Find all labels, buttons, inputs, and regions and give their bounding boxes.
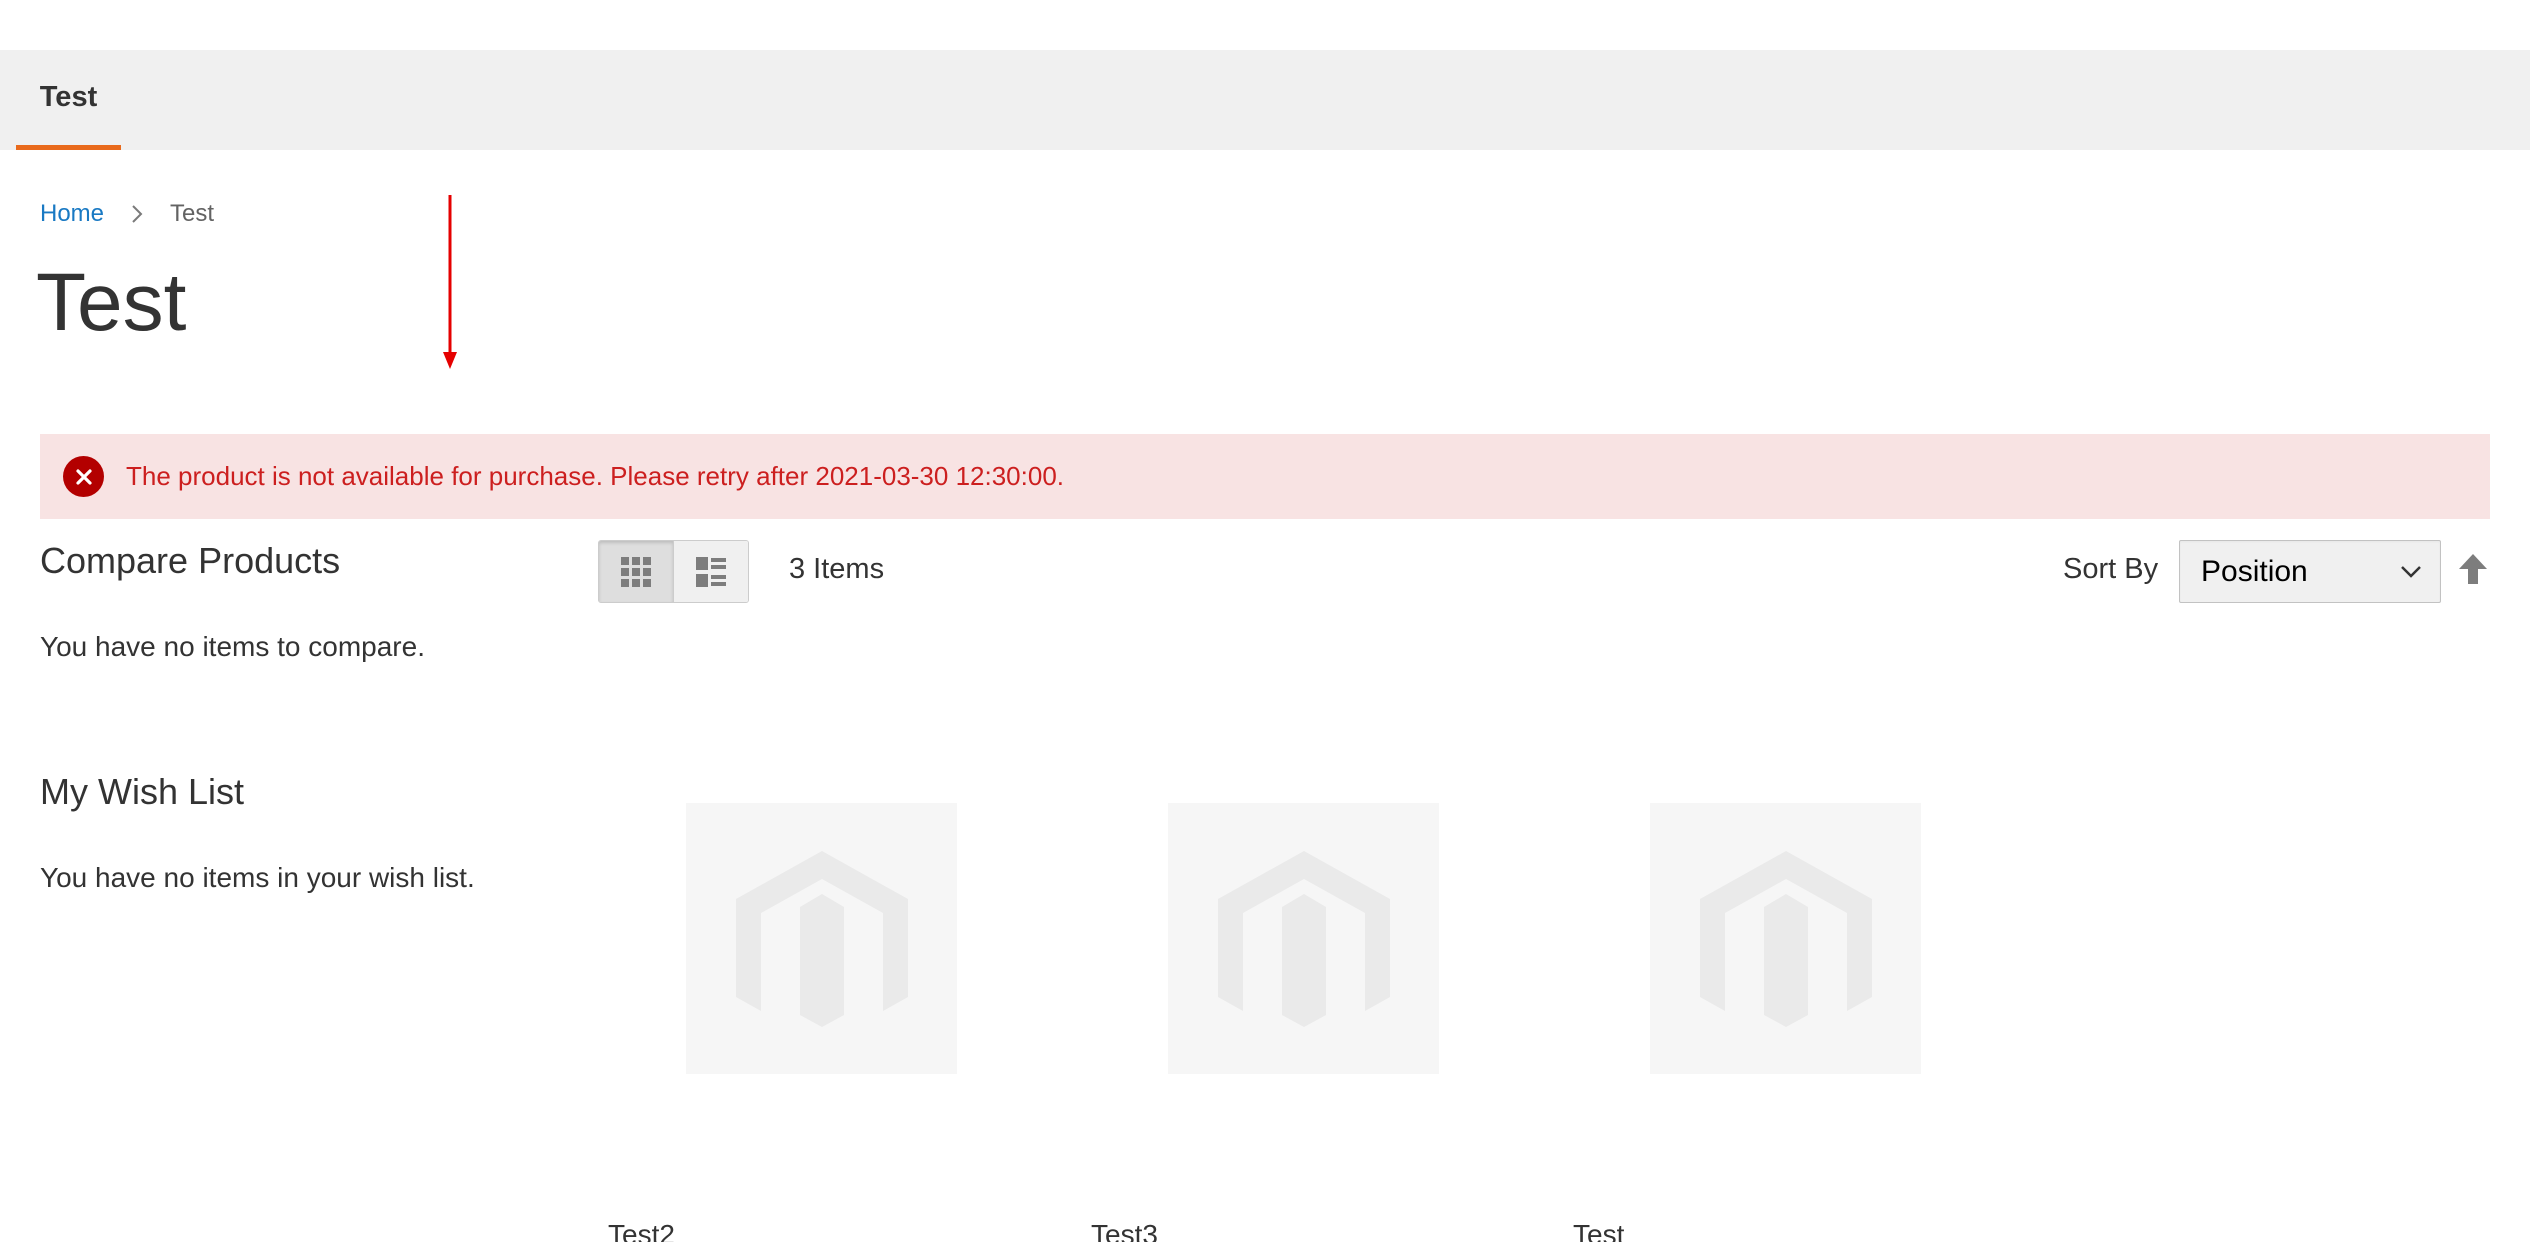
grid-view-button[interactable] [599,541,674,602]
error-icon [63,456,104,497]
placeholder-logo-icon [735,850,908,1027]
wishlist-title: My Wish List [40,771,245,812]
product-image[interactable] [686,803,957,1074]
compare-empty-text: You have no items to compare. [40,631,425,662]
product-name-link[interactable]: Test [1573,1219,1624,1242]
sort-by-selected-value: Position [2201,554,2308,588]
grid-icon [620,556,651,587]
chevron-down-icon [2401,566,2421,578]
list-icon [695,556,726,587]
sort-by-label: Sort By [2063,553,2159,585]
error-message-text: The product is not available for purchas… [126,461,1065,491]
product-name-link[interactable]: Test3 [1091,1219,1158,1242]
error-message: The product is not available for purchas… [40,434,2490,519]
nav-item-test[interactable]: Test [16,50,121,150]
product-image[interactable] [1650,803,1921,1074]
placeholder-logo-icon [1217,850,1390,1027]
view-mode-switcher [598,540,749,603]
chevron-right-icon [131,204,143,224]
placeholder-logo-icon [1699,850,1872,1027]
breadcrumb-current: Test [170,200,215,227]
list-view-button[interactable] [673,541,748,602]
wishlist-empty-text: You have no items in your wish list. [40,862,475,893]
product-image[interactable] [1168,803,1439,1074]
toolbar-amount: 3 Items [789,553,885,585]
top-navigation: Test [0,50,2530,150]
annotation-arrow-icon [443,195,457,369]
breadcrumb-home-link[interactable]: Home [40,200,104,228]
breadcrumb: Home Test [40,200,214,228]
page-title: Test [36,257,187,348]
product-name-link[interactable]: Test2 [608,1219,675,1242]
compare-products-title: Compare Products [40,540,341,581]
sort-by-select[interactable]: Position [2179,540,2441,603]
arrow-up-icon[interactable] [2458,552,2488,586]
